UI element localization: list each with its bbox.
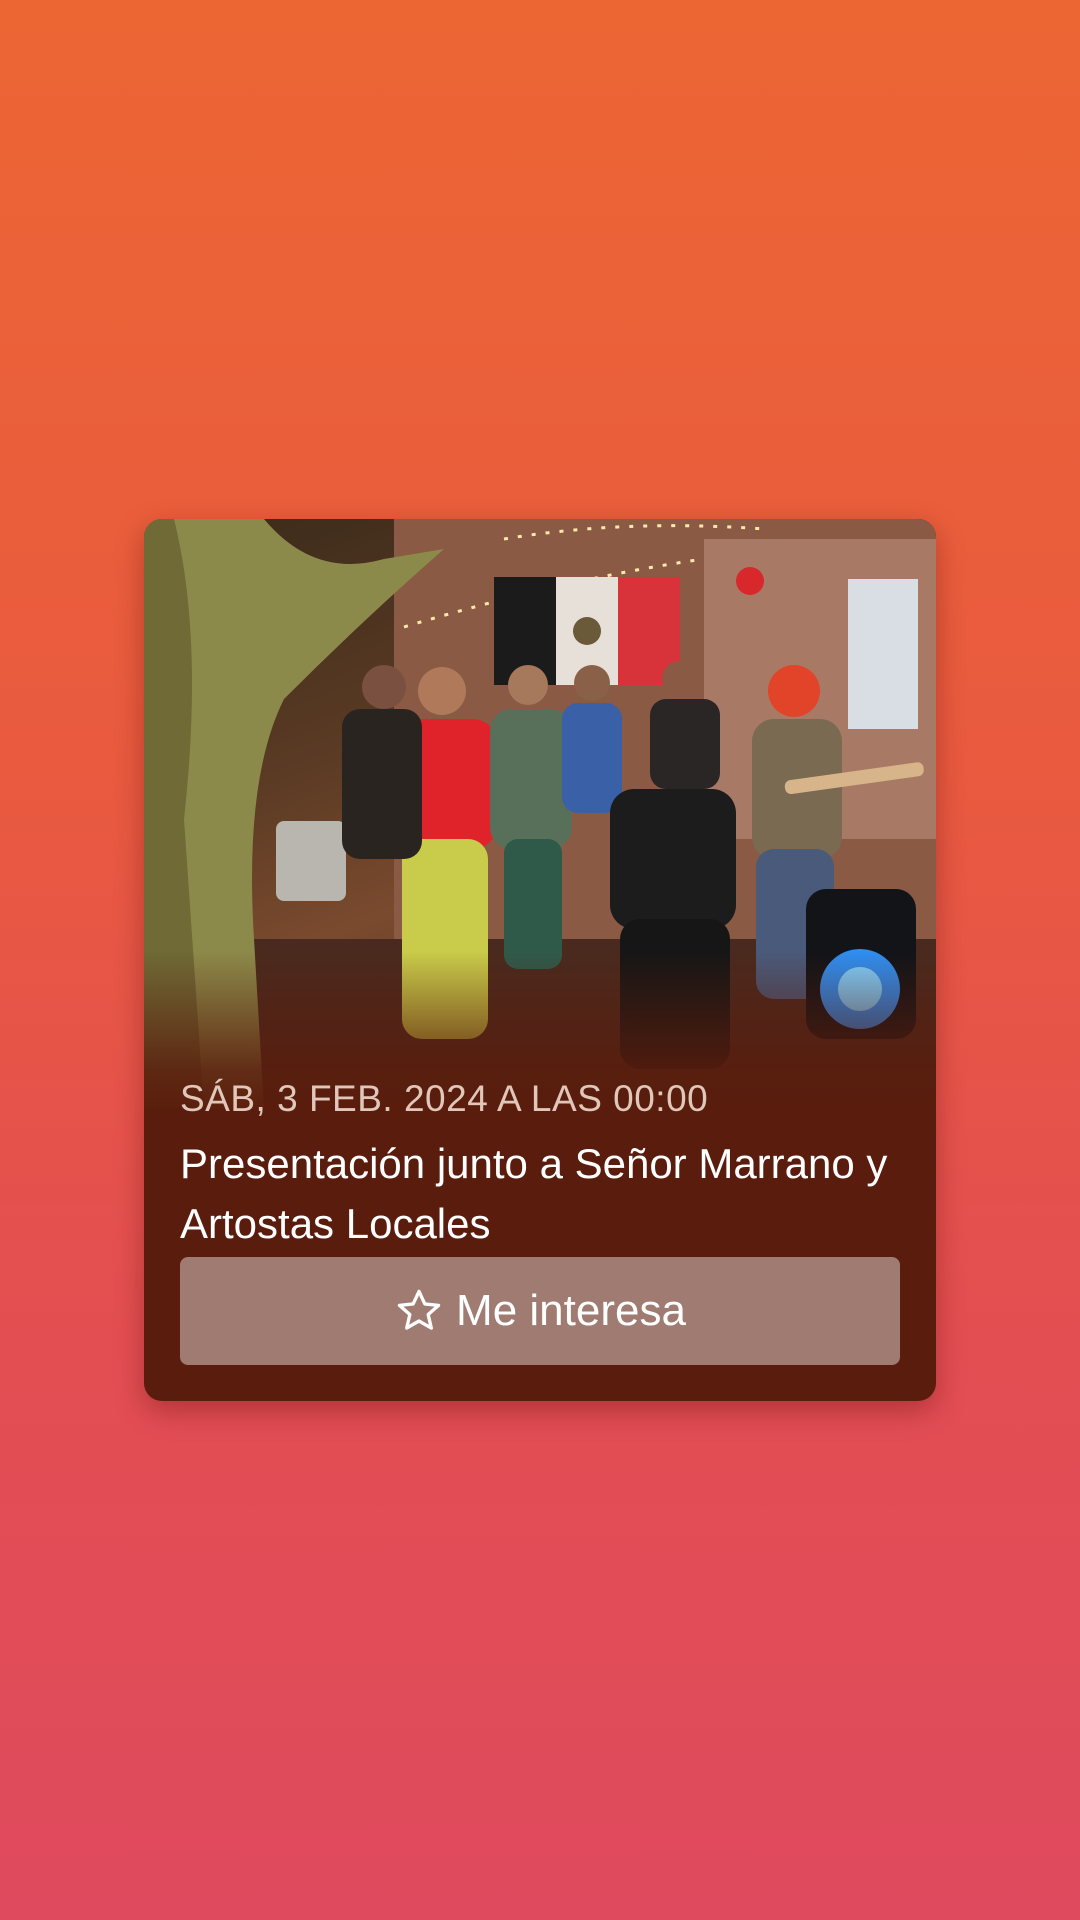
- event-info: SÁB, 3 FEB. 2024 A LAS 00:00 Presentació…: [180, 1078, 900, 1254]
- interest-button[interactable]: Me interesa: [180, 1257, 900, 1365]
- photo-gradient-overlay: [144, 519, 936, 1119]
- interest-button-label: Me interesa: [456, 1286, 686, 1335]
- star-outline-icon: [397, 1289, 441, 1330]
- event-title[interactable]: Presentación junto a Señor Marrano y Art…: [180, 1134, 900, 1254]
- event-date: SÁB, 3 FEB. 2024 A LAS 00:00: [180, 1078, 709, 1119]
- event-card[interactable]: SÁB, 3 FEB. 2024 A LAS 00:00 Presentació…: [144, 519, 936, 1401]
